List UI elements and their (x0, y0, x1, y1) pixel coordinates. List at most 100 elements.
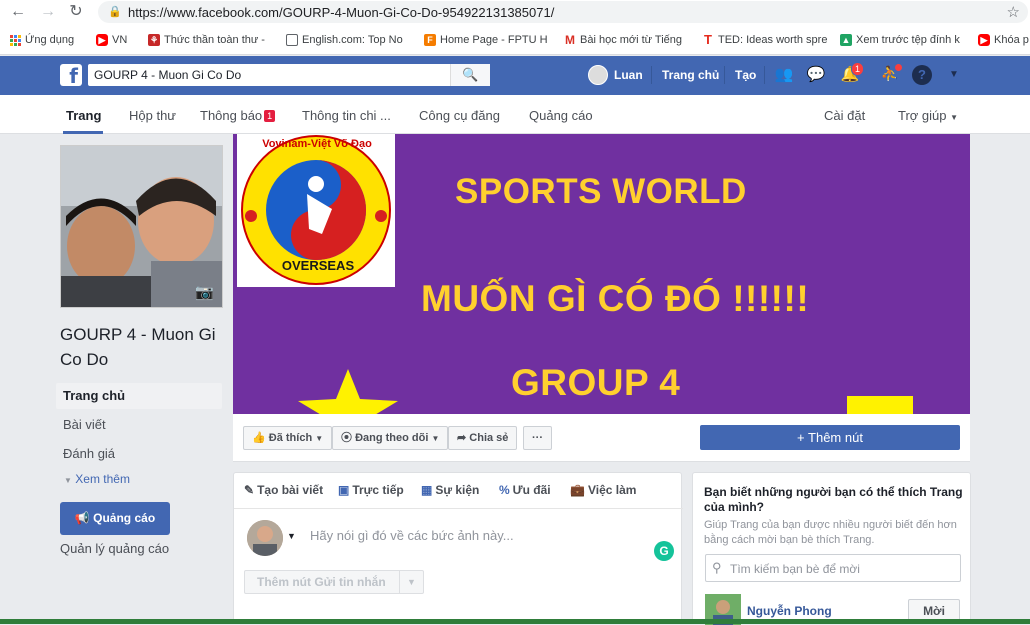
tab-ads[interactable]: Quảng cáo (529, 108, 593, 123)
help-question-icon[interactable]: ? (912, 65, 932, 85)
drive-icon: ▲ (840, 34, 852, 46)
tab-inbox[interactable]: Hộp thư (129, 108, 176, 123)
page-admin-tabs: Trang Hộp thư Thông báo 1 Thông tin chi .… (0, 95, 1030, 134)
following-label: Đang theo dõi (355, 432, 429, 444)
divider (724, 66, 725, 84)
facebook-logo-icon[interactable]: f (60, 64, 82, 88)
fpt-icon: F (424, 34, 436, 46)
alert-dot (895, 64, 902, 71)
bookmark-english[interactable]: English.com: Top No (286, 32, 403, 48)
friend-search-input[interactable]: ⚲ Tìm kiếm bạn bè để mời (705, 554, 961, 582)
see-more-label: Xem thêm (75, 472, 130, 486)
bookmark-label: English.com: Top No (302, 34, 403, 46)
camera-icon[interactable]: 📷 (195, 283, 214, 301)
composer-tab-create-post[interactable]: ✎ Tạo bài viết (244, 483, 323, 497)
home-link[interactable]: Trang chủ (662, 68, 719, 82)
bookmark-apps[interactable]: Ứng dụng (10, 32, 74, 48)
cover-slogan: MUỐN GÌ CÓ ĐÓ !!!!!! (421, 278, 810, 319)
caret-down-icon: ▼ (399, 571, 423, 593)
bookmark-khoa[interactable]: ▶ Khóa p (978, 32, 1029, 48)
caret-down-icon[interactable]: ▼ (287, 531, 296, 541)
sidebar-item-posts[interactable]: Bài viết (56, 412, 222, 438)
caret-down-icon: ▼ (64, 476, 72, 485)
see-more-link[interactable]: ▼ Xem thêm (64, 472, 130, 486)
site-icon: ⚘ (148, 34, 160, 46)
forward-arrow-icon[interactable]: → (38, 3, 58, 21)
bookmark-label: Home Page - FPTU H (440, 34, 548, 46)
messenger-icon[interactable]: 💬 (806, 65, 826, 85)
search-value[interactable]: GOURP 4 - Muon Gi Co Do (94, 68, 241, 82)
composer-tab-event[interactable]: ▦ Sự kiện (421, 483, 479, 497)
add-button[interactable]: + Thêm nút (700, 425, 960, 450)
bookmark-gmail[interactable]: M Bài học mới từ Tiếng (564, 32, 682, 48)
search-input[interactable]: GOURP 4 - Muon Gi Co Do 🔍 (88, 64, 490, 86)
tab-label: Sự kiện (435, 483, 480, 497)
plus-icon: + (797, 430, 805, 445)
offer-tag-icon: % (499, 483, 510, 497)
bookmark-vn[interactable]: ▶ VN (96, 32, 127, 48)
tab-help[interactable]: Trợ giúp ▼ (898, 108, 958, 123)
youtube-icon: ▶ (96, 34, 108, 46)
search-icon: ⚲ (712, 560, 722, 575)
composer-tab-live[interactable]: ▣ Trực tiếp (338, 483, 404, 497)
gmail-icon: M (564, 33, 576, 47)
search-icon[interactable]: 🔍 (450, 64, 490, 86)
account-menu-caret-icon[interactable]: ▼ (944, 65, 964, 85)
composer-tab-jobs[interactable]: 💼 Việc làm (570, 483, 636, 497)
tab-insights[interactable]: Thông tin chi ... (302, 108, 391, 123)
grammarly-icon[interactable]: G (654, 541, 674, 561)
friend-requests-icon[interactable]: 👥 (774, 65, 794, 85)
add-button-label: Thêm nút (808, 430, 863, 445)
composer-tab-offer[interactable]: % Ưu đãi (499, 483, 551, 497)
active-tab-indicator (63, 131, 103, 134)
share-label: Chia sẻ (469, 432, 509, 444)
url-text[interactable]: https://www.facebook.com/GOURP-4-Muon-Gi… (128, 5, 554, 20)
promote-button[interactable]: 📢 Quảng cáo (60, 502, 170, 535)
panel-title: Bạn biết những người bạn có thể thích Tr… (704, 485, 963, 514)
tab-page[interactable]: Trang (66, 108, 101, 123)
page-profile-picture[interactable]: 📷 (60, 145, 223, 308)
composer-input[interactable]: Hãy nói gì đó về các bức ảnh này... (310, 528, 514, 543)
more-options-button[interactable]: ··· (523, 426, 552, 450)
manage-ads-link[interactable]: Quản lý quảng cáo (60, 541, 169, 556)
avatar[interactable] (247, 520, 283, 556)
bookmark-label: VN (112, 34, 128, 46)
friend-name[interactable]: Nguyễn Phong (747, 604, 832, 618)
add-message-button: Thêm nút Gửi tin nhắn ▼ (244, 570, 424, 594)
bookmark-ted[interactable]: T TED: Ideas worth spre (702, 32, 827, 48)
address-bar[interactable]: 🔒 https://www.facebook.com/GOURP-4-Muon-… (98, 1, 1028, 23)
tab-notifications[interactable]: Thông báo 1 (200, 108, 276, 123)
liked-button[interactable]: 👍 Đã thích ▼ (243, 426, 333, 450)
bookmark-star-icon[interactable]: ☆ (1007, 3, 1020, 21)
following-button[interactable]: ⦿ Đang theo dõi ▼ (332, 426, 449, 450)
notification-count-badge: 1 (851, 62, 865, 76)
friend-search-placeholder: Tìm kiếm bạn bè để mời (730, 562, 860, 576)
create-link[interactable]: Tạo (735, 68, 756, 82)
bottom-edge (0, 619, 1030, 624)
page-icon (286, 34, 298, 46)
user-avatar[interactable] (588, 65, 608, 85)
bookmark-thuc-than[interactable]: ⚘ Thức thần toàn thư - (148, 32, 265, 48)
panel-description: Giúp Trang của bạn được nhiều người biết… (704, 519, 957, 546)
bookmark-fptu[interactable]: F Home Page - FPTU H (424, 32, 548, 48)
bookmark-drive[interactable]: ▲ Xem trước tệp đính k (840, 32, 960, 48)
reload-icon[interactable]: ↻ (66, 3, 86, 21)
cover-photo[interactable]: Vovinam-Việt Võ Đạo OVERSEAS SPORTS WORL… (233, 134, 970, 414)
profile-link[interactable]: Luan (614, 68, 643, 82)
vovinam-logo: Vovinam-Việt Võ Đạo OVERSEAS (237, 134, 395, 287)
share-arrow-icon: ➦ (457, 432, 467, 444)
logo-bottom-text: OVERSEAS (281, 258, 355, 273)
thumbs-up-icon: 👍 (252, 432, 266, 444)
tab-settings[interactable]: Cài đặt (824, 108, 865, 123)
sidebar-item-home[interactable]: Trang chủ (56, 383, 222, 409)
liked-label: Đã thích (268, 432, 313, 444)
tab-publishing-tools[interactable]: Công cụ đăng (419, 108, 500, 123)
caret-down-icon: ▼ (315, 434, 324, 443)
tab-label: Việc làm (587, 483, 637, 497)
sidebar-item-reviews[interactable]: Đánh giá (56, 441, 222, 467)
page-title: GOURP 4 - Muon Gi Co Do (60, 325, 216, 369)
share-button[interactable]: ➦ Chia sẻ (448, 426, 518, 450)
yellow-block-decoration (847, 396, 913, 414)
back-arrow-icon[interactable]: ← (8, 3, 28, 21)
bookmark-label: Khóa p (994, 34, 1029, 46)
